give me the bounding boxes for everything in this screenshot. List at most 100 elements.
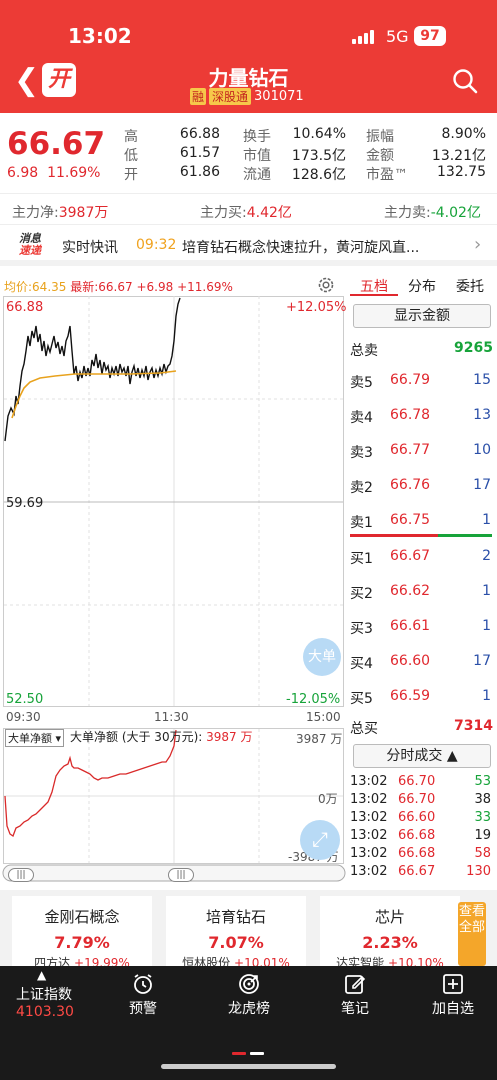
- stock-code: 301071: [254, 89, 304, 104]
- scroll-handle-left[interactable]: |||: [8, 868, 34, 882]
- ask-row-4: 卖4 66.78 13: [350, 407, 491, 426]
- depth-tabs: 五档 分布 委托: [350, 272, 497, 298]
- intraday-chart: [2, 296, 346, 882]
- tick-row: 13:02 66.70 53: [350, 774, 491, 789]
- tab-distribution[interactable]: 分布: [408, 276, 436, 296]
- time-start: 09:30: [6, 710, 41, 724]
- main-money-row: 主力净:3987万 主力买:4.42亿 主力卖:-4.02亿: [0, 193, 497, 225]
- open-value: 61.86: [179, 164, 220, 180]
- network-type: 5G: [386, 27, 409, 46]
- last-price: 66.67: [7, 126, 106, 162]
- signal-icon: [352, 30, 378, 44]
- chart-top-price: 66.88: [6, 300, 44, 315]
- tab-active-underline: [350, 294, 398, 296]
- news-text: 培育钻石概念快速拉升，黄河旋风直...: [182, 240, 420, 256]
- chart-top-pct: +12.05%: [286, 300, 347, 315]
- tab-orders[interactable]: 委托: [456, 276, 484, 296]
- news-ticker[interactable]: 消息 速递 实时快讯 09:32 培育钻石概念快速拉升，黄河旋风直... ›: [0, 226, 497, 266]
- concept-card[interactable]: 金刚石概念 7.79% 四方达 +19.99%: [12, 896, 152, 970]
- sub-indicator-title: 大单净额 (大于 30万元): 3987 万: [70, 730, 253, 744]
- battery-icon: 97: [414, 26, 446, 46]
- alarm-clock-icon: [134, 974, 152, 994]
- mktcap-label: 市值: [243, 148, 271, 164]
- scroll-handle-right[interactable]: |||: [168, 868, 194, 882]
- nav-alert[interactable]: 预警: [118, 966, 168, 1018]
- concept-card[interactable]: 培育钻石 7.07% 恒林股份 +10.01%: [166, 896, 306, 970]
- sub-zero-label: 0万: [318, 792, 338, 806]
- intraday-chart-panel[interactable]: 均价:64.35 最新:66.67 +6.98 +11.69% 66.88 +1…: [0, 272, 348, 892]
- pe-value: 132.75: [437, 164, 486, 180]
- nav-add-watchlist[interactable]: 加自选: [426, 966, 480, 1018]
- main-buy: 主力买:4.42亿: [200, 205, 292, 221]
- margin-tag: 融: [190, 88, 207, 105]
- ask-row-2: 卖2 66.76 17: [350, 477, 491, 496]
- spread-bar-green: [438, 534, 492, 537]
- bid-row-2: 买2 66.62 1: [350, 583, 491, 602]
- spread-bar-red: [350, 534, 438, 537]
- main-sell: 主力卖:-4.02亿: [384, 205, 481, 221]
- tick-row: 13:02 66.60 33: [350, 810, 491, 825]
- chart-bottom-pct: -12.05%: [286, 692, 341, 707]
- main-net: 主力净:3987万: [12, 205, 109, 221]
- tab-five-levels[interactable]: 五档: [360, 276, 388, 296]
- low-label: 低: [124, 148, 138, 164]
- amount-label: 金额: [366, 148, 394, 164]
- stock-name: 力量钻石: [208, 66, 289, 90]
- time-mid: 11:30: [154, 710, 189, 724]
- news-logo: 消息 速递: [19, 232, 41, 257]
- bid-row-4: 买4 66.60 17: [350, 653, 491, 672]
- tick-row: 13:02 66.67 130: [350, 864, 491, 879]
- tick-row: 13:02 66.68 19: [350, 828, 491, 843]
- tick-row: 13:02 66.68 58: [350, 846, 491, 861]
- turnover-label: 换手: [243, 129, 271, 145]
- amplitude-label: 振幅: [366, 129, 394, 145]
- nav-dragon-tiger[interactable]: 龙虎榜: [222, 966, 276, 1018]
- chart-header: 均价:64.35 最新:66.67 +6.98 +11.69%: [4, 280, 233, 294]
- bottom-nav: ▲ 上证指数 4103.30 预警 龙虎榜 笔记 加自选: [0, 966, 497, 1080]
- search-icon[interactable]: [452, 68, 478, 94]
- page-indicator: [232, 1040, 268, 1059]
- edit-note-icon: [345, 975, 366, 994]
- low-value: 61.57: [179, 145, 220, 161]
- big-order-button[interactable]: 大单: [303, 638, 341, 676]
- ask-row-3: 卖3 66.77 10: [350, 442, 491, 461]
- concept-card[interactable]: 芯片 2.23% 达实智能 +10.10%: [320, 896, 460, 970]
- sub-indicator-selector[interactable]: 大单净额 ▾: [5, 729, 65, 747]
- bid-row-5: 买5 66.59 1: [350, 688, 491, 707]
- connect-tag: 深股通: [209, 88, 252, 105]
- sub-top-label: 3987 万: [296, 732, 343, 746]
- add-square-icon: [443, 974, 463, 994]
- time-sales-button[interactable]: 分时成交 ▲: [353, 744, 491, 768]
- index-ticker[interactable]: ▲ 上证指数 4103.30: [0, 966, 100, 1032]
- float-label: 流通: [243, 167, 271, 183]
- target-icon: [239, 974, 259, 994]
- home-indicator: [161, 1064, 336, 1069]
- expand-icon[interactable]: ⤢: [300, 820, 340, 860]
- bid-row-1: 买1 66.67 2: [350, 548, 491, 567]
- high-label: 高: [124, 129, 138, 145]
- chart-mid-price: 59.69: [6, 496, 44, 511]
- header-bar: 13:02 5G 97 ❮ 开 力量钻石 融 深股通 301071: [0, 0, 497, 113]
- pe-label: 市盈™: [366, 167, 408, 183]
- news-category: 实时快讯: [62, 240, 118, 256]
- time-end: 15:00: [306, 710, 341, 724]
- total-buy-row: 总买 7314: [350, 718, 493, 737]
- show-amount-button[interactable]: 显示金额: [353, 304, 491, 328]
- bid-row-3: 买3 66.61 1: [350, 618, 491, 637]
- amount-value: 13.21亿: [431, 148, 486, 164]
- nav-notes[interactable]: 笔记: [330, 966, 380, 1018]
- price-change: 6.98 11.69%: [7, 165, 101, 181]
- total-sell-row: 总卖 9265: [350, 340, 493, 359]
- open-label: 开: [124, 167, 138, 183]
- concept-cards: 金刚石概念 7.79% 四方达 +19.99% 培育钻石 7.07% 恒林股份 …: [0, 890, 497, 970]
- see-all-button[interactable]: 查看全部: [458, 902, 486, 966]
- settings-gear-icon[interactable]: [316, 275, 336, 295]
- amplitude-value: 8.90%: [441, 126, 486, 142]
- tick-row: 13:02 66.70 38: [350, 792, 491, 807]
- float-value: 128.6亿: [291, 167, 346, 183]
- status-time: 13:02: [68, 24, 132, 48]
- ask-row-5: 卖5 66.79 15: [350, 372, 491, 391]
- turnover-value: 10.64%: [292, 126, 346, 142]
- chart-bottom-price: 52.50: [6, 692, 44, 707]
- high-value: 66.88: [179, 126, 220, 142]
